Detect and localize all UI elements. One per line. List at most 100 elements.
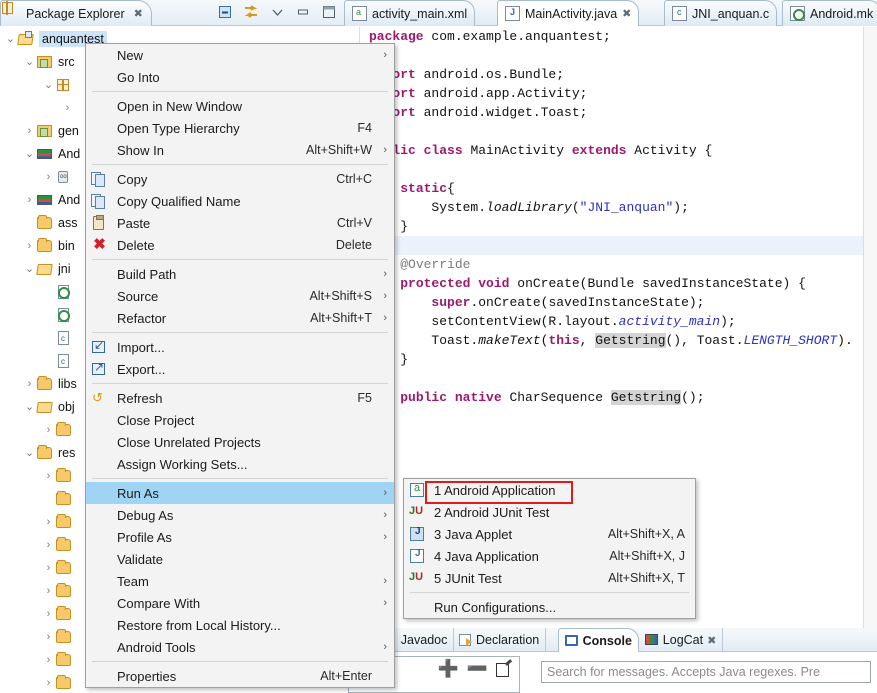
context-menu-item-open-in-new-window[interactable]: Open in New Window	[86, 95, 394, 117]
chevron-right-icon: ›	[383, 144, 387, 156]
tab-package-explorer[interactable]: Package Explorer ✖	[0, 0, 152, 26]
logcat-search-input[interactable]: Search for messages. Accepts Java regexe…	[541, 661, 871, 683]
context-menu-item-debug-as[interactable]: Debug As ›	[86, 504, 394, 526]
context-menu-item-close-unrelated-projects[interactable]: Close Unrelated Projects	[86, 431, 394, 453]
editor-tab-3[interactable]: Android.mk	[782, 0, 877, 26]
editor-overview-ruler[interactable]	[863, 27, 877, 628]
code-line: static{	[400, 181, 455, 196]
edit-filter-icon[interactable]	[496, 662, 511, 677]
tree-twistie[interactable]: ⌄	[23, 55, 36, 68]
library-icon	[36, 146, 54, 162]
run-as-item-5-junit-test[interactable]: JU 5 JUnit Test Alt+Shift+X, T	[404, 567, 695, 589]
bottom-tab-console[interactable]: Console	[557, 628, 639, 652]
project-folder-icon	[17, 30, 35, 47]
context-menu-item-profile-as[interactable]: Profile As ›	[86, 526, 394, 548]
context-menu-item-copy-qualified-name[interactable]: Copy Qualified Name	[86, 190, 394, 212]
tree-item-label: obj	[58, 399, 75, 414]
tree-twistie[interactable]: ›	[42, 171, 55, 183]
context-menu-item-run-as[interactable]: Run As ›	[86, 482, 394, 504]
context-menu-item-build-path[interactable]: Build Path ›	[86, 263, 394, 285]
minus-icon[interactable]: ➖	[467, 660, 488, 677]
context-menu-item-go-into[interactable]: Go Into	[86, 66, 394, 88]
context-menu-item-restore-from-local-history[interactable]: Restore from Local History...	[86, 614, 394, 636]
run-as-submenu[interactable]: 1 Android Application JU 2 Android JUnit T…	[403, 478, 696, 619]
context-menu-item-refactor[interactable]: Refactor Alt+Shift+T ›	[86, 307, 394, 329]
context-menu-item-android-tools[interactable]: Android Tools ›	[86, 636, 394, 658]
context-menu-item-copy[interactable]: Copy Ctrl+C	[86, 168, 394, 190]
context-menu-item-source[interactable]: Source Alt+Shift+S ›	[86, 285, 394, 307]
tree-twistie[interactable]: ›	[42, 516, 55, 528]
run-as-item-2-android-junit-test[interactable]: JU 2 Android JUnit Test	[404, 501, 695, 523]
context-menu-item-label: Validate	[117, 551, 164, 567]
editor-tab-0[interactable]: activity_main.xml	[344, 0, 476, 26]
tree-twistie[interactable]: ›	[42, 608, 55, 620]
tree-twistie[interactable]: ›	[42, 585, 55, 597]
context-menu-item-import[interactable]: Import...	[86, 336, 394, 358]
collapse-all-icon[interactable]	[216, 3, 234, 21]
context-menu-item-shortcut: Ctrl+V	[336, 216, 372, 230]
editor-tab-1[interactable]: MainActivity.java ✖	[497, 0, 640, 26]
tree-twistie[interactable]: ⌄	[23, 262, 36, 275]
link-with-editor-icon[interactable]	[242, 3, 260, 21]
context-menu-item-export[interactable]: Export...	[86, 358, 394, 380]
tree-twistie[interactable]: ›	[42, 470, 55, 482]
tree-twistie[interactable]: ›	[61, 102, 74, 114]
menu-separator	[92, 661, 388, 662]
tree-twistie[interactable]: ›	[42, 631, 55, 643]
maximize-icon[interactable]	[320, 3, 338, 21]
run-as-item-run-configurations[interactable]: Run Configurations...	[404, 596, 695, 618]
project-context-menu[interactable]: New › Go Into Open in New Window Open Type H…	[85, 43, 395, 688]
tree-twistie[interactable]: ⌄	[4, 32, 17, 45]
tree-twistie[interactable]: ⌄	[42, 78, 55, 91]
context-menu-item-validate[interactable]: Validate	[86, 548, 394, 570]
tree-twistie[interactable]: ›	[42, 539, 55, 551]
context-menu-item-refresh[interactable]: ↺ Refresh F5	[86, 387, 394, 409]
tree-twistie[interactable]: ›	[23, 378, 36, 390]
run-as-item-label: 1 Android Application	[434, 482, 556, 498]
folder-icon	[55, 559, 73, 576]
open-folder-icon	[36, 399, 54, 415]
delete-icon: ✖	[93, 236, 106, 253]
tree-twistie[interactable]: ›	[42, 562, 55, 574]
context-menu-item-compare-with[interactable]: Compare With ›	[86, 592, 394, 614]
close-icon[interactable]: ✖	[622, 7, 631, 20]
editor-tab-2[interactable]: JNI_anquan.c	[664, 0, 778, 26]
context-menu-item-close-project[interactable]: Close Project	[86, 409, 394, 431]
context-menu-item-delete[interactable]: ✖ Delete Delete	[86, 234, 394, 256]
tree-twistie[interactable]: ⌄	[23, 400, 36, 413]
tree-twistie[interactable]: ›	[42, 677, 55, 689]
tree-twistie[interactable]: ›	[23, 194, 36, 206]
close-icon[interactable]: ✖	[134, 7, 143, 20]
import-icon	[90, 338, 107, 355]
context-menu-item-label: Restore from Local History...	[117, 617, 281, 633]
context-menu-item-shortcut: Ctrl+C	[336, 172, 372, 186]
context-menu-item-paste[interactable]: Paste Ctrl+V	[86, 212, 394, 234]
tree-twistie[interactable]: ›	[23, 240, 36, 252]
close-icon[interactable]: ✖	[707, 634, 716, 647]
context-menu-item-assign-working-sets[interactable]: Assign Working Sets...	[86, 453, 394, 475]
run-as-item-1-android-application[interactable]: 1 Android Application	[404, 479, 695, 501]
view-menu-icon[interactable]	[268, 3, 286, 21]
mk-file-icon	[55, 307, 73, 323]
bottom-tab-logcat[interactable]: LogCat ✖	[639, 628, 724, 652]
bottom-tab-declaration[interactable]: Declaration	[452, 628, 547, 652]
context-menu-item-show-in[interactable]: Show In Alt+Shift+W ›	[86, 139, 394, 161]
tree-twistie[interactable]: ⌄	[23, 446, 36, 459]
minimize-icon[interactable]	[294, 3, 312, 21]
menu-separator	[92, 164, 388, 165]
tree-twistie[interactable]: ›	[42, 654, 55, 666]
paste-icon	[90, 215, 107, 231]
plus-icon[interactable]: ➕	[438, 660, 459, 677]
tree-twistie[interactable]: ›	[42, 424, 55, 436]
context-menu-item-open-type-hierarchy[interactable]: Open Type Hierarchy F4	[86, 117, 394, 139]
tree-twistie[interactable]: ⌄	[23, 147, 36, 160]
run-as-item-3-java-applet[interactable]: 3 Java Applet Alt+Shift+X, A	[404, 523, 695, 545]
context-menu-item-team[interactable]: Team ›	[86, 570, 394, 592]
run-as-item-4-java-application[interactable]: 4 Java Application Alt+Shift+X, J	[404, 545, 695, 567]
tree-twistie[interactable]: ›	[23, 125, 36, 137]
copy-icon	[90, 171, 107, 187]
context-menu-item-label: Team	[117, 573, 149, 589]
context-menu-item-new[interactable]: New ›	[86, 44, 394, 66]
folder-icon	[55, 536, 73, 553]
context-menu-item-properties[interactable]: Properties Alt+Enter	[86, 665, 394, 687]
